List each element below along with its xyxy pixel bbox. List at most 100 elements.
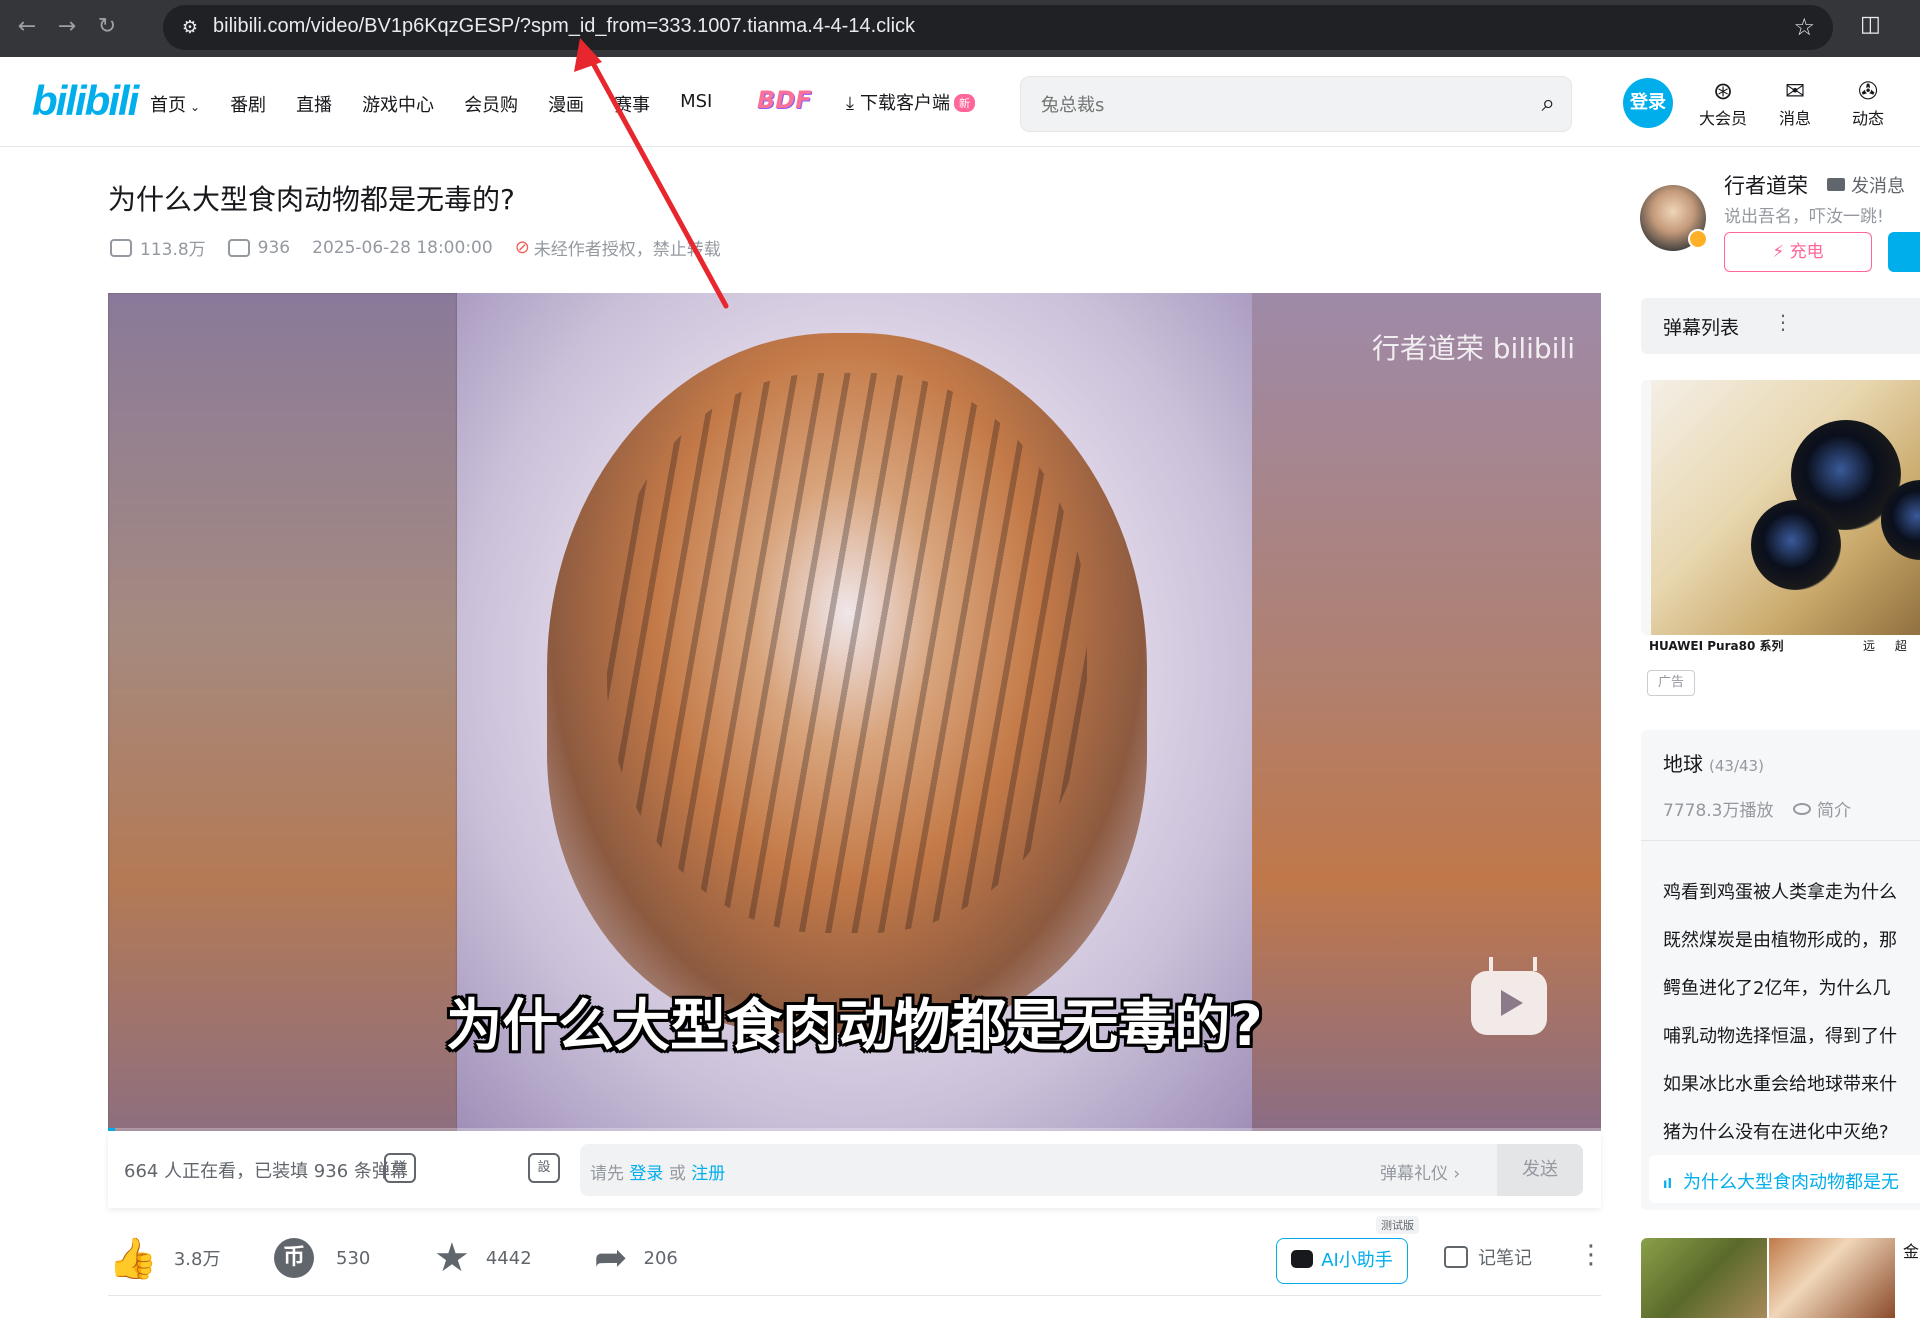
- messages-entry[interactable]: ✉ 消息: [1765, 77, 1825, 129]
- tiger-stripes: [607, 373, 1087, 933]
- video-title: 为什么大型食肉动物都是无毒的?: [108, 183, 515, 216]
- favorite-button[interactable]: ★ 4442: [434, 1230, 532, 1286]
- prohibited-icon: ⊘: [514, 237, 530, 258]
- nav-item-msi[interactable]: MSI: [680, 91, 712, 117]
- browser-toolbar: ← → ↻ ⚙ bilibili.com/video/BV1p6KqzGESP/…: [0, 0, 1920, 57]
- nav-item-home[interactable]: 首页 ⌄: [150, 91, 200, 117]
- vip-entry[interactable]: ⊛ 大会员: [1693, 77, 1753, 129]
- uploader-name[interactable]: 行者道荣: [1724, 170, 1808, 200]
- ad-banner[interactable]: [1641, 380, 1920, 635]
- recommended-video-card[interactable]: 金: [1641, 1238, 1920, 1318]
- playlist-item[interactable]: 鸡看到鸡蛋被人类拿走为什么: [1663, 878, 1897, 904]
- play-icon[interactable]: [1471, 971, 1547, 1035]
- bookmark-star-icon[interactable]: ☆: [1793, 13, 1815, 41]
- watching-count: 664 人正在看，已装填 936 条弹幕: [124, 1161, 408, 1182]
- danmaku-settings-icon[interactable]: 設: [528, 1153, 560, 1183]
- site-info-icon[interactable]: ⚙: [177, 15, 203, 41]
- download-client-link[interactable]: ⤓ 下载客户端新: [846, 89, 975, 115]
- playlist-intro-link[interactable]: 简介: [1793, 796, 1851, 821]
- search-input[interactable]: [1041, 91, 1511, 119]
- note-icon: [1444, 1246, 1468, 1268]
- more-icon[interactable]: ⋮: [1578, 1240, 1604, 1270]
- nav-item-shop[interactable]: 会员购: [464, 91, 518, 117]
- charge-button[interactable]: ⚡ 充电: [1724, 232, 1872, 272]
- nav-item-anime[interactable]: 番剧: [230, 91, 266, 117]
- coin-icon: 币: [274, 1238, 314, 1278]
- beta-badge: 测试版: [1376, 1216, 1419, 1234]
- take-notes-button[interactable]: 记笔记: [1444, 1244, 1532, 1270]
- share-button[interactable]: ➦ 206: [594, 1230, 678, 1286]
- video-meta: 113.8万 936 2025-06-28 18:00:00 ⊘ 未经作者授权，禁…: [110, 235, 743, 260]
- nav-item-games[interactable]: 游戏中心: [362, 91, 434, 117]
- eye-icon: [1793, 803, 1811, 815]
- coin-button[interactable]: 币 530: [274, 1230, 370, 1286]
- video-watermark: 行者道荣 bilibili: [1371, 332, 1575, 365]
- playlist-count: (43/43): [1709, 757, 1764, 775]
- ad-label: 广告: [1647, 670, 1695, 696]
- card-text: 金: [1903, 1242, 1920, 1261]
- playlist-item[interactable]: 猪为什么没有在进化中灭绝?: [1663, 1118, 1889, 1144]
- login-button[interactable]: 登录: [1623, 78, 1673, 128]
- address-bar[interactable]: ⚙ bilibili.com/video/BV1p6KqzGESP/?spm_i…: [163, 5, 1833, 50]
- danmaku-count: 936: [227, 238, 290, 258]
- uploader-signature: 说出吾名，吓汝一跳!: [1724, 207, 1884, 227]
- extensions-icon[interactable]: ◫: [1860, 12, 1881, 37]
- playlist-item[interactable]: 哺乳动物选择恒温，得到了什: [1663, 1022, 1897, 1048]
- star-icon: ★: [434, 1235, 470, 1281]
- view-count: 113.8万: [110, 235, 206, 260]
- ai-assistant-button[interactable]: AI小助手: [1276, 1238, 1408, 1284]
- nav-item-esports[interactable]: 赛事: [614, 91, 650, 117]
- like-button[interactable]: 👍 3.8万: [108, 1230, 220, 1286]
- playlist-item[interactable]: 既然煤炭是由植物形成的，那: [1663, 926, 1897, 952]
- search-box: ⌕: [1020, 76, 1572, 132]
- ad-slogan: 远 超 所: [1863, 639, 1920, 653]
- camera-lens: [1751, 500, 1841, 590]
- playlist-item[interactable]: 如果冰比水重会给地球带来什: [1663, 1070, 1897, 1096]
- video-player[interactable]: 行者道荣 bilibili 为什么大型食肉动物都是无毒的?: [108, 293, 1601, 1131]
- envelope-icon: [1827, 178, 1845, 191]
- more-options-icon[interactable]: ⋮: [1773, 310, 1793, 334]
- bilibili-logo[interactable]: bilibili: [32, 77, 139, 125]
- ad-brand: HUAWEI Pura80 系列: [1649, 639, 1784, 653]
- back-arrow-icon[interactable]: ←: [12, 12, 42, 42]
- lightning-badge-icon: [1688, 229, 1708, 249]
- danmaku-count-icon: [227, 238, 250, 257]
- play-count-icon: [110, 238, 132, 257]
- danmaku-list-label: 弹幕列表: [1663, 317, 1740, 339]
- new-badge: 新: [953, 94, 975, 112]
- playing-indicator-icon: ıl: [1663, 1177, 1672, 1192]
- danmaku-input[interactable]: 请先 登录 或 注册 弹幕礼仪 › 发送: [580, 1144, 1583, 1196]
- danmaku-list-toggle[interactable]: 弹幕列表 ⋮: [1641, 298, 1920, 354]
- video-toolbar: 👍 3.8万 币 530 ★ 4442 ➦ 206 AI小助手 测试版 记笔记 ⋮: [108, 1216, 1604, 1296]
- danmaku-login-prompt: 请先 登录 或 注册: [590, 1164, 726, 1184]
- phone-image: [1651, 380, 1920, 635]
- register-link[interactable]: 注册: [691, 1164, 725, 1184]
- playlist-item[interactable]: 鳄鱼进化了2亿年，为什么几: [1663, 974, 1890, 1000]
- wind-icon: ✇: [1857, 77, 1879, 105]
- url-text[interactable]: bilibili.com/video/BV1p6KqzGESP/?spm_id_…: [213, 15, 915, 38]
- video-subtitle: 为什么大型食肉动物都是无毒的?: [446, 994, 1263, 1059]
- follow-button[interactable]: [1888, 232, 1920, 272]
- nav-item-manga[interactable]: 漫画: [548, 91, 584, 117]
- nav-item-live[interactable]: 直播: [296, 91, 332, 117]
- playlist-item-active[interactable]: ıl 为什么大型食肉动物都是无: [1663, 1168, 1899, 1194]
- login-link[interactable]: 登录: [629, 1164, 663, 1184]
- vip-icon: ⊛: [1712, 77, 1734, 105]
- download-icon: ⤓: [846, 93, 854, 114]
- bdf-logo[interactable]: BDF: [757, 86, 812, 114]
- site-header: bilibili 首页 ⌄ 番剧 直播 游戏中心 会员购 漫画 赛事 MSI BD…: [0, 57, 1920, 147]
- send-button[interactable]: 发送: [1497, 1144, 1583, 1196]
- send-message-link[interactable]: 发消息: [1827, 172, 1905, 198]
- playlist-title: 地球 (43/43): [1663, 752, 1764, 776]
- thumbs-up-icon: 👍: [108, 1235, 158, 1282]
- danmaku-toggle-icon[interactable]: 弹: [384, 1153, 416, 1183]
- ad-caption: HUAWEI Pura80 系列 远 超 所: [1641, 635, 1920, 655]
- playlist-panel: 地球 (43/43) 7778.3万播放 简介 鸡看到鸡蛋被人类拿走为什么 既然煤…: [1641, 730, 1920, 1210]
- danmaku-etiquette-link[interactable]: 弹幕礼仪 ›: [1380, 1159, 1460, 1184]
- mail-icon: ✉: [1784, 77, 1806, 105]
- uploader-avatar[interactable]: [1640, 185, 1708, 251]
- search-icon[interactable]: ⌕: [1542, 89, 1555, 117]
- dynamics-entry[interactable]: ✇ 动态: [1838, 77, 1898, 129]
- reload-icon[interactable]: ↻: [92, 12, 122, 42]
- forward-arrow-icon[interactable]: →: [52, 12, 82, 42]
